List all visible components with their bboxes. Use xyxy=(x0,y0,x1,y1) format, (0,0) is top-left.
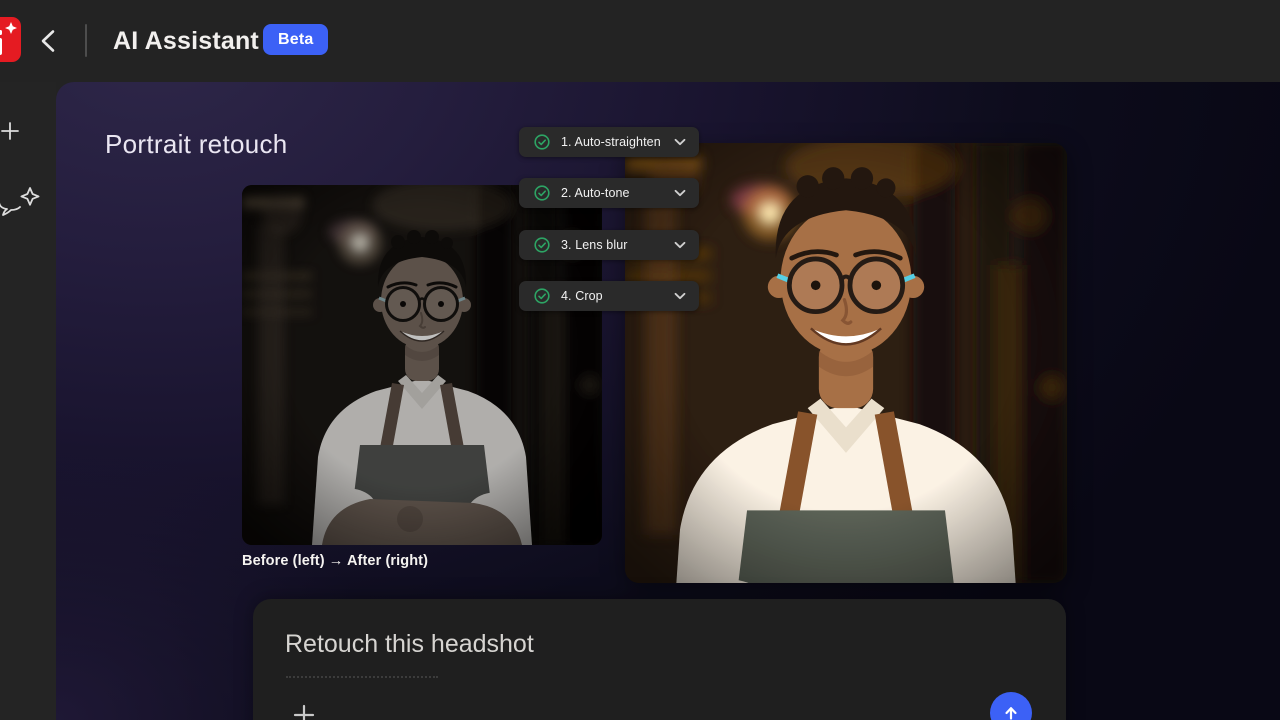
back-button[interactable] xyxy=(34,26,62,56)
check-circle-icon xyxy=(534,237,550,253)
prompt-input-card[interactable]: Retouch this headshot xyxy=(253,599,1066,720)
plus-icon xyxy=(293,704,315,720)
main-panel: Portrait retouch Before (left) → After (… xyxy=(56,82,1280,720)
check-circle-icon xyxy=(534,288,550,304)
topbar-divider xyxy=(85,24,87,57)
step-label: 4. Crop xyxy=(561,289,603,303)
sidebar-new-chat-button[interactable] xyxy=(0,121,20,141)
check-circle-icon xyxy=(534,185,550,201)
step-label: 3. Lens blur xyxy=(561,238,628,252)
sidebar-ai-assistant-button[interactable] xyxy=(0,185,43,221)
check-circle-icon xyxy=(534,134,550,150)
ai-assistant-screen: AI Assistant Beta Portrait retouch xyxy=(0,0,1280,720)
chevron-down-icon xyxy=(674,189,686,197)
page-title: AI Assistant xyxy=(113,0,259,82)
chevron-down-icon xyxy=(674,138,686,146)
top-bar: AI Assistant Beta xyxy=(0,0,1280,82)
attach-button[interactable] xyxy=(293,704,315,720)
chevron-down-icon xyxy=(674,292,686,300)
step-item-auto-straighten[interactable]: 1. Auto-straighten xyxy=(519,127,699,157)
prompt-underline xyxy=(286,676,438,678)
step-item-lens-blur[interactable]: 3. Lens blur xyxy=(519,230,699,260)
step-item-crop[interactable]: 4. Crop xyxy=(519,281,699,311)
chevron-left-icon xyxy=(37,28,59,54)
after-image xyxy=(625,143,1067,583)
section-heading: Portrait retouch xyxy=(105,129,288,160)
comparison-caption: Before (left) → After (right) xyxy=(242,553,428,569)
plus-icon xyxy=(0,121,20,141)
beta-badge: Beta xyxy=(263,24,328,55)
step-item-auto-tone[interactable]: 2. Auto-tone xyxy=(519,178,699,208)
step-label: 2. Auto-tone xyxy=(561,186,630,200)
send-button[interactable] xyxy=(990,692,1032,720)
step-label: 1. Auto-straighten xyxy=(561,135,661,149)
chevron-down-icon xyxy=(674,241,686,249)
left-sidebar xyxy=(0,82,56,720)
arrow-up-icon xyxy=(1002,704,1020,720)
app-logo-icon xyxy=(0,17,21,62)
prompt-text: Retouch this headshot xyxy=(285,630,534,659)
ai-chat-sparkle-icon xyxy=(0,185,43,221)
